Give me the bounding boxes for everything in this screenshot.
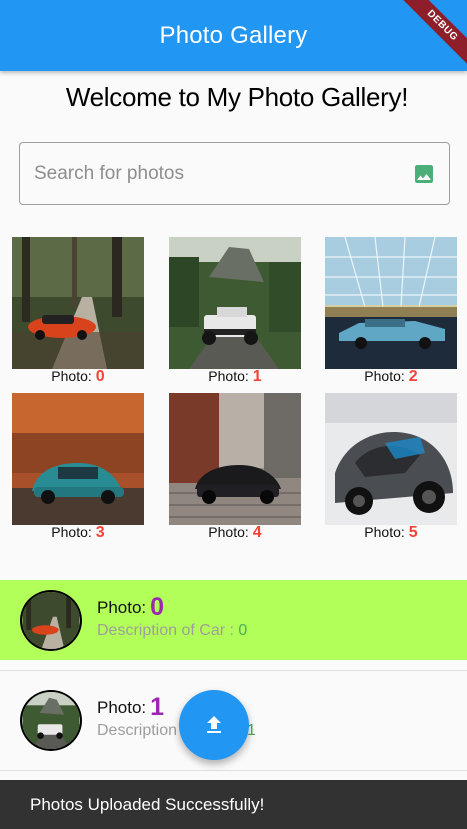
app-bar: Photo Gallery DEBUG <box>0 0 467 75</box>
photo-thumbnail[interactable] <box>325 237 457 369</box>
photo-tile[interactable]: Photo: 0 <box>12 237 144 392</box>
list-divider <box>0 770 467 771</box>
photo-caption: Photo: 4 <box>208 524 262 541</box>
welcome-heading: Welcome to My Photo Gallery! <box>65 82 409 112</box>
photo-caption: Photo: 3 <box>51 524 105 541</box>
photo-thumbnail[interactable] <box>12 237 144 369</box>
photo-caption: Photo: 0 <box>51 368 105 385</box>
photo-caption: Photo: 1 <box>208 368 262 385</box>
list-item-title: Photo: 0 <box>97 593 165 621</box>
list-item[interactable]: Photo: 0 Description of Car : 0 <box>0 580 467 660</box>
upload-button[interactable] <box>179 690 249 760</box>
photo-thumbnail[interactable] <box>169 393 301 525</box>
app-root: Photo Gallery DEBUG Welcome to My Photo … <box>0 0 467 829</box>
list-divider <box>0 670 467 671</box>
list-item-text: Photo: 0 Description of Car : 0 <box>97 593 247 640</box>
search-box[interactable] <box>19 142 450 205</box>
photo-thumbnail[interactable] <box>12 393 144 525</box>
debug-banner: DEBUG <box>393 0 467 75</box>
search-input[interactable] <box>34 162 394 185</box>
image-icon[interactable] <box>412 162 436 186</box>
photo-caption: Photo: 5 <box>364 524 418 541</box>
photo-caption: Photo: 2 <box>364 368 418 385</box>
photo-tile[interactable]: Photo: 5 <box>325 393 457 548</box>
list-item-description: Description of Car : 0 <box>97 622 248 639</box>
photo-tile[interactable]: Photo: 2 <box>325 237 457 392</box>
photo-thumbnail[interactable] <box>169 237 301 369</box>
snackbar-message: Photos Uploaded Successfully! <box>30 794 265 814</box>
photo-tile[interactable]: Photo: 1 <box>169 237 301 392</box>
photo-thumbnail[interactable] <box>325 393 457 525</box>
snackbar: Photos Uploaded Successfully! <box>0 780 467 829</box>
photo-tile[interactable]: Photo: 4 <box>169 393 301 548</box>
avatar <box>20 690 82 751</box>
avatar <box>20 590 82 651</box>
photo-tile[interactable]: Photo: 3 <box>12 393 144 548</box>
upload-icon <box>207 716 221 733</box>
app-bar-title: Photo Gallery <box>159 21 308 49</box>
